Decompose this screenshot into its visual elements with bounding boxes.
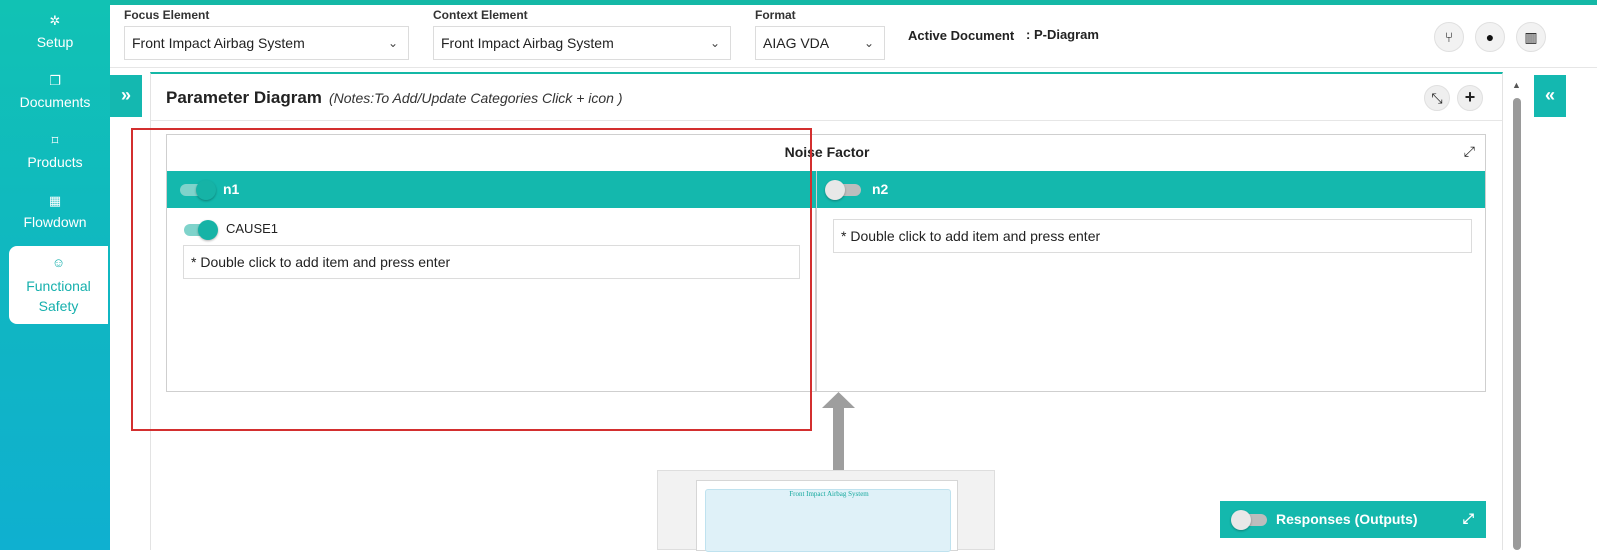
panel-note: (Notes:To Add/Update Categories Click + … bbox=[329, 90, 623, 106]
noise-column-header: n2 bbox=[817, 171, 1485, 208]
responses-toggle[interactable] bbox=[1231, 510, 1267, 530]
noise-column-header: n1 bbox=[167, 171, 816, 208]
plus-icon: + bbox=[1464, 87, 1476, 107]
sidebar-item-label: Functional Safety bbox=[26, 278, 91, 314]
sidebar-item-label: Flowdown bbox=[23, 214, 87, 230]
toggle-knob bbox=[1231, 510, 1251, 530]
active-document-label: Active Document bbox=[908, 28, 1015, 43]
bar-chart-icon: ▥ bbox=[1524, 29, 1538, 45]
format-value: AIAG VDA bbox=[763, 35, 830, 51]
collapse-button[interactable]: ⤡ bbox=[1424, 85, 1450, 111]
safety-icon: ☺ bbox=[51, 255, 66, 270]
top-bar: Focus Element Front Impact Airbag System… bbox=[110, 5, 1597, 68]
sidebar-item-flowdown[interactable]: ▦ Flowdown bbox=[0, 192, 110, 230]
double-chevron-left-icon: « bbox=[1544, 85, 1555, 105]
system-frame: Front Impact Airbag System bbox=[696, 480, 958, 552]
context-element-value: Front Impact Airbag System bbox=[441, 35, 614, 51]
context-element-select[interactable]: Front Impact Airbag System ⌄ bbox=[433, 26, 731, 60]
sidebar-item-products[interactable]: ⌑ Products bbox=[0, 132, 110, 170]
context-element-label: Context Element bbox=[433, 8, 528, 22]
noise-column-n2: n2 * Double click to add item and press … bbox=[816, 171, 1485, 391]
sidebar-item-label: Documents bbox=[19, 94, 91, 110]
focus-element-select[interactable]: Front Impact Airbag System ⌄ bbox=[124, 26, 409, 60]
panel-title: Parameter Diagram bbox=[166, 88, 322, 107]
building-icon: ▦ bbox=[48, 193, 62, 208]
responses-label: Responses (Outputs) bbox=[1276, 511, 1418, 527]
chevron-down-icon: ⌄ bbox=[709, 36, 720, 50]
system-diagram-preview[interactable]: Front Impact Airbag System bbox=[657, 470, 995, 552]
format-select[interactable]: AIAG VDA ⌄ bbox=[755, 26, 885, 60]
vertical-scrollbar[interactable]: ▲ bbox=[1511, 80, 1523, 550]
expand-icon[interactable]: ⤢ bbox=[1464, 143, 1475, 160]
format-label: Format bbox=[755, 8, 796, 22]
divider bbox=[151, 120, 1502, 121]
toggle-knob bbox=[196, 180, 216, 200]
n1-toggle[interactable] bbox=[180, 180, 216, 200]
collapse-right-button[interactable]: « bbox=[1534, 75, 1566, 117]
copy-icon: ❐ bbox=[49, 73, 61, 88]
gears-icon: ✲ bbox=[49, 13, 61, 28]
add-category-button[interactable]: + bbox=[1457, 85, 1483, 111]
chart-button[interactable]: ▥ bbox=[1516, 22, 1546, 52]
chevron-down-icon: ⌄ bbox=[387, 36, 398, 50]
focus-element-value: Front Impact Airbag System bbox=[132, 35, 305, 51]
active-document-value: : P-Diagram bbox=[1026, 27, 1099, 42]
add-item-field[interactable]: * Double click to add item and press ent… bbox=[833, 219, 1472, 253]
noise-column-n1: n1 CAUSE1 * Double click to add item and… bbox=[167, 171, 816, 391]
product-icon: ⌑ bbox=[51, 133, 59, 148]
add-item-field[interactable]: * Double click to add item and press ent… bbox=[183, 245, 800, 279]
sidebar-item-functional-safety[interactable]: ☺ Functional Safety bbox=[9, 246, 108, 324]
n2-toggle[interactable] bbox=[825, 180, 861, 200]
sidebar: ✲ Setup ❐ Documents ⌑ Products ▦ Flowdow… bbox=[0, 0, 110, 550]
cause-label: CAUSE1 bbox=[226, 221, 279, 236]
sidebar-item-label: Setup bbox=[36, 34, 74, 50]
toggle-knob bbox=[825, 180, 845, 200]
expand-left-button[interactable]: » bbox=[110, 75, 142, 117]
toggle-knob bbox=[198, 220, 218, 240]
noise-factor-title: Noise Factor bbox=[784, 144, 870, 160]
scroll-thumb[interactable] bbox=[1513, 98, 1521, 550]
branch-icon: ⑂ bbox=[1444, 29, 1454, 45]
noise-column-label: n1 bbox=[223, 181, 240, 197]
noise-column-label: n2 bbox=[872, 181, 889, 197]
expand-icon[interactable]: ⤢ bbox=[1463, 510, 1474, 527]
chevron-down-icon: ⌄ bbox=[863, 36, 874, 50]
sidebar-item-documents[interactable]: ❐ Documents bbox=[0, 72, 110, 110]
sidebar-item-label: Products bbox=[27, 154, 83, 170]
sidebar-item-setup[interactable]: ✲ Setup bbox=[0, 12, 110, 50]
system-title: Front Impact Airbag System bbox=[789, 490, 869, 498]
scroll-up-icon: ▲ bbox=[1512, 80, 1521, 90]
focus-element-label: Focus Element bbox=[124, 8, 210, 22]
responses-header: Responses (Outputs) ⤢ bbox=[1220, 501, 1486, 538]
drop-icon: ● bbox=[1485, 29, 1495, 45]
cause1-toggle[interactable] bbox=[184, 220, 218, 240]
up-arrow-connector bbox=[822, 392, 855, 470]
compress-icon: ⤡ bbox=[1431, 90, 1443, 106]
branch-button[interactable]: ⑂ bbox=[1434, 22, 1464, 52]
color-button[interactable]: ● bbox=[1475, 22, 1505, 52]
system-box: Front Impact Airbag System bbox=[705, 489, 951, 552]
double-chevron-right-icon: » bbox=[120, 85, 131, 105]
noise-factor-box: Noise Factor ⤢ n1 CAUSE1 * Double click … bbox=[166, 134, 1486, 392]
